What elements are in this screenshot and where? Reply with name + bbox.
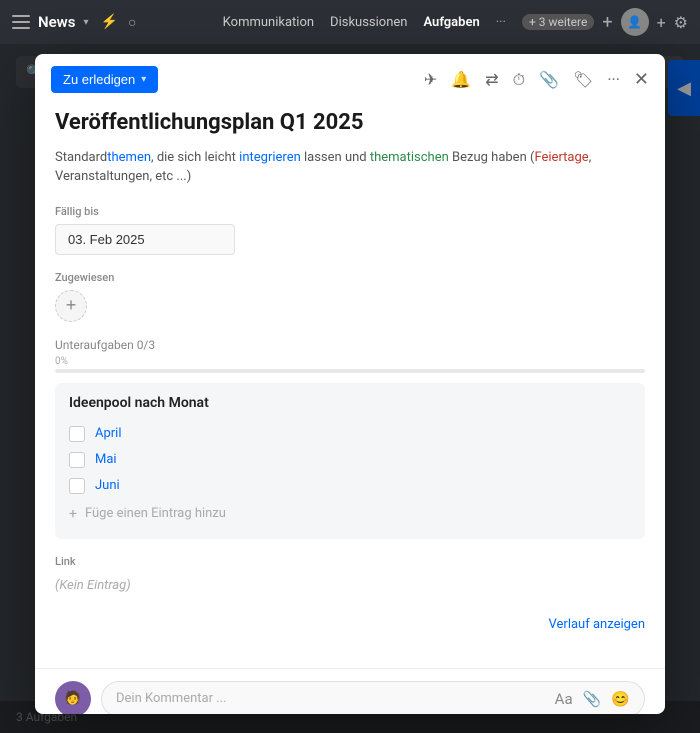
desc-highlight-4: Feiertage bbox=[534, 150, 588, 165]
modal-toolbar: ✈ 🔔 ⇄ ⏱ 📎 🏷 ··· ✕ bbox=[424, 69, 649, 90]
comment-area: 🧑 Dein Kommentar ... Aa 📎 😊 bbox=[35, 668, 665, 714]
tag-icon[interactable]: 🏷 bbox=[573, 70, 593, 89]
user-avatar[interactable]: 👤 bbox=[621, 8, 649, 36]
comment-input-wrap[interactable]: Dein Kommentar ... Aa 📎 😊 bbox=[101, 681, 645, 714]
emoji-icon[interactable]: 😊 bbox=[611, 690, 630, 708]
assigned-label: Zugewiesen bbox=[55, 271, 645, 284]
nav-quick-icons: ⚡ ○ bbox=[101, 14, 137, 31]
avatar-initials: 👤 bbox=[627, 15, 642, 29]
avatar-add-btn[interactable]: + bbox=[657, 13, 666, 32]
nav-icon-2[interactable]: ○ bbox=[128, 14, 136, 31]
subtask-item-mai: Mai bbox=[69, 447, 631, 473]
history-link-container: Verlauf anzeigen bbox=[55, 613, 645, 632]
due-date-group: Fällig bis bbox=[55, 205, 645, 255]
due-date-input[interactable] bbox=[55, 224, 235, 255]
hamburger-menu[interactable] bbox=[12, 15, 30, 29]
nav-link-aufgaben[interactable]: Aufgaben bbox=[423, 15, 479, 30]
subtask-item-juni: Juni bbox=[69, 473, 631, 499]
settings-btn[interactable]: ⚙ bbox=[674, 13, 688, 32]
subtask-checkbox-april[interactable] bbox=[69, 426, 85, 442]
font-size-icon[interactable]: Aa bbox=[555, 690, 573, 708]
move-icon[interactable]: ⇄ bbox=[485, 70, 498, 89]
more-dots-icon[interactable]: ··· bbox=[607, 70, 620, 89]
link-section: Link (Kein Eintrag) bbox=[55, 555, 645, 593]
progress-pct: 0% bbox=[55, 356, 645, 367]
nav-links: Kommunikation Diskussionen Aufgaben ··· … bbox=[223, 14, 595, 30]
close-icon[interactable]: ✕ bbox=[634, 69, 649, 90]
desc-highlight-2: integrieren bbox=[239, 150, 301, 165]
task-modal: Zu erledigen ▾ ✈ 🔔 ⇄ ⏱ 📎 🏷 ··· ✕ Veröffe… bbox=[35, 54, 665, 714]
subtask-item-april: April bbox=[69, 421, 631, 447]
zu-erledigen-button[interactable]: Zu erledigen ▾ bbox=[51, 66, 158, 93]
subtasks-text: Unteraufgaben bbox=[55, 338, 134, 352]
desc-highlight-1: themen bbox=[107, 150, 151, 165]
desc-highlight-3: thematischen bbox=[370, 150, 449, 165]
subtask-checkbox-mai[interactable] bbox=[69, 452, 85, 468]
subtasks-list: Ideenpool nach Monat April Mai Juni + Fü… bbox=[55, 383, 645, 539]
assign-button[interactable]: + bbox=[55, 290, 87, 322]
zu-erledigen-label: Zu erledigen bbox=[63, 72, 135, 87]
subtask-label-april: April bbox=[95, 426, 122, 441]
assign-plus-icon: + bbox=[66, 295, 77, 316]
send-icon[interactable]: ✈ bbox=[424, 70, 437, 89]
clock-icon[interactable]: ⏱ bbox=[513, 70, 525, 90]
task-title: Veröffentlichungsplan Q1 2025 bbox=[55, 109, 645, 138]
link-label: Link bbox=[55, 555, 645, 568]
title-chevron[interactable]: ▾ bbox=[83, 17, 88, 28]
modal-action-bar: Zu erledigen ▾ ✈ 🔔 ⇄ ⏱ 📎 🏷 ··· ✕ bbox=[35, 54, 665, 93]
comment-placeholder: Dein Kommentar ... bbox=[116, 691, 227, 706]
app-title: News bbox=[38, 13, 75, 31]
subtask-add-icon: + bbox=[69, 506, 77, 522]
subtasks-header: Unteraufgaben 0/3 bbox=[55, 338, 645, 352]
attach-icon[interactable]: 📎 bbox=[583, 690, 602, 708]
subtasks-list-title: Ideenpool nach Monat bbox=[69, 395, 631, 411]
subtask-add-row[interactable]: + Füge einen Eintrag hinzu bbox=[69, 501, 631, 527]
modal-body: Veröffentlichungsplan Q1 2025 Standardth… bbox=[35, 93, 665, 668]
commenter-avatar-img: 🧑 bbox=[65, 691, 81, 706]
subtask-label-juni: Juni bbox=[95, 478, 120, 493]
nav-add-btn[interactable]: + bbox=[602, 12, 612, 33]
bell-icon[interactable]: 🔔 bbox=[451, 70, 471, 89]
nav-more-dots[interactable]: ··· bbox=[496, 15, 506, 30]
nav-more-badge[interactable]: + 3 weitere bbox=[522, 14, 594, 30]
comment-icons: Aa 📎 😊 bbox=[555, 690, 630, 708]
subtask-add-label: Füge einen Eintrag hinzu bbox=[85, 506, 226, 521]
nav-icon-1[interactable]: ⚡ bbox=[101, 14, 118, 30]
task-description: Standardthemen, die sich leicht integrie… bbox=[55, 148, 645, 187]
subtask-checkbox-juni[interactable] bbox=[69, 478, 85, 494]
topnav: News ▾ ⚡ ○ Kommunikation Diskussionen Au… bbox=[0, 0, 700, 44]
nav-link-diskussionen[interactable]: Diskussionen bbox=[330, 15, 407, 30]
modal-overlay: Zu erledigen ▾ ✈ 🔔 ⇄ ⏱ 📎 🏷 ··· ✕ Veröffe… bbox=[0, 44, 700, 733]
due-label: Fällig bis bbox=[55, 205, 645, 218]
subtask-label-mai: Mai bbox=[95, 452, 117, 467]
commenter-avatar: 🧑 bbox=[55, 681, 91, 714]
assigned-group: Zugewiesen + bbox=[55, 271, 645, 322]
link-empty: (Kein Eintrag) bbox=[55, 578, 131, 593]
zu-erledigen-chevron: ▾ bbox=[141, 74, 146, 85]
progress-bar bbox=[55, 369, 645, 373]
attachment-icon[interactable]: 📎 bbox=[539, 70, 559, 89]
history-link[interactable]: Verlauf anzeigen bbox=[549, 617, 645, 632]
subtasks-label: Unteraufgaben 0/3 bbox=[55, 338, 155, 352]
subtasks-count: 0/3 bbox=[137, 338, 155, 352]
nav-link-kommunikation[interactable]: Kommunikation bbox=[223, 15, 314, 30]
